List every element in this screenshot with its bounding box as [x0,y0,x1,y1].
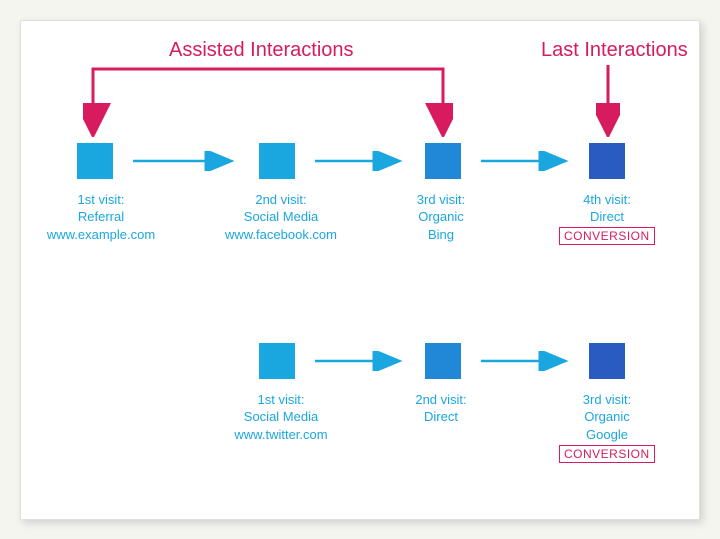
text: 3rd visit: [583,392,631,407]
last-down-arrow-icon [596,65,620,137]
text: 1st visit: [258,392,305,407]
visit-box-2-2 [425,343,461,379]
text: 1st visit: [78,192,125,207]
visit-box-2-1 [259,343,295,379]
visit-box-4 [589,143,625,179]
heading-assisted: Assisted Interactions [169,39,354,62]
visit-box-2 [259,143,295,179]
text: www.facebook.com [225,227,337,242]
text: Referral [78,209,124,224]
diagram-card: Assisted Interactions Last Interactions [20,20,700,520]
text: Bing [428,227,454,242]
text: Organic [584,409,630,424]
conversion-badge: CONVERSION [559,445,655,463]
flow-arrow-icon [479,151,559,171]
flow-arrow-icon [313,351,393,371]
visit-label-2: 2nd visit: Social Media www.facebook.com [201,191,361,244]
visit-label-3: 3rd visit: Organic Bing [391,191,491,244]
text: Organic [418,209,464,224]
visit-label-2-3: 3rd visit: Organic Google [557,391,657,444]
text: Social Media [244,409,318,424]
visit-label-2-2: 2nd visit: Direct [391,391,491,426]
flow-arrow-icon [479,351,559,371]
text: Direct [424,409,458,424]
flow-arrow-icon [131,151,211,171]
visit-box-2-3 [589,343,625,379]
text: www.twitter.com [234,427,327,442]
text: Google [586,427,628,442]
visit-label-1: 1st visit: Referral www.example.com [31,191,171,244]
text: 2nd visit: [415,392,466,407]
visit-label-2-1: 1st visit: Social Media www.twitter.com [211,391,351,444]
text: www.example.com [47,227,155,242]
visit-box-1 [77,143,113,179]
conversion-badge: CONVERSION [559,227,655,245]
text: 2nd visit: [255,192,306,207]
text: Direct [590,209,624,224]
visit-box-3 [425,143,461,179]
heading-last: Last Interactions [541,39,688,62]
flow-arrow-icon [313,151,393,171]
visit-label-4: 4th visit: Direct [557,191,657,226]
text: 4th visit: [583,192,631,207]
text: Social Media [244,209,318,224]
assisted-bracket-arrow-icon [83,65,453,137]
text: 3rd visit: [417,192,465,207]
